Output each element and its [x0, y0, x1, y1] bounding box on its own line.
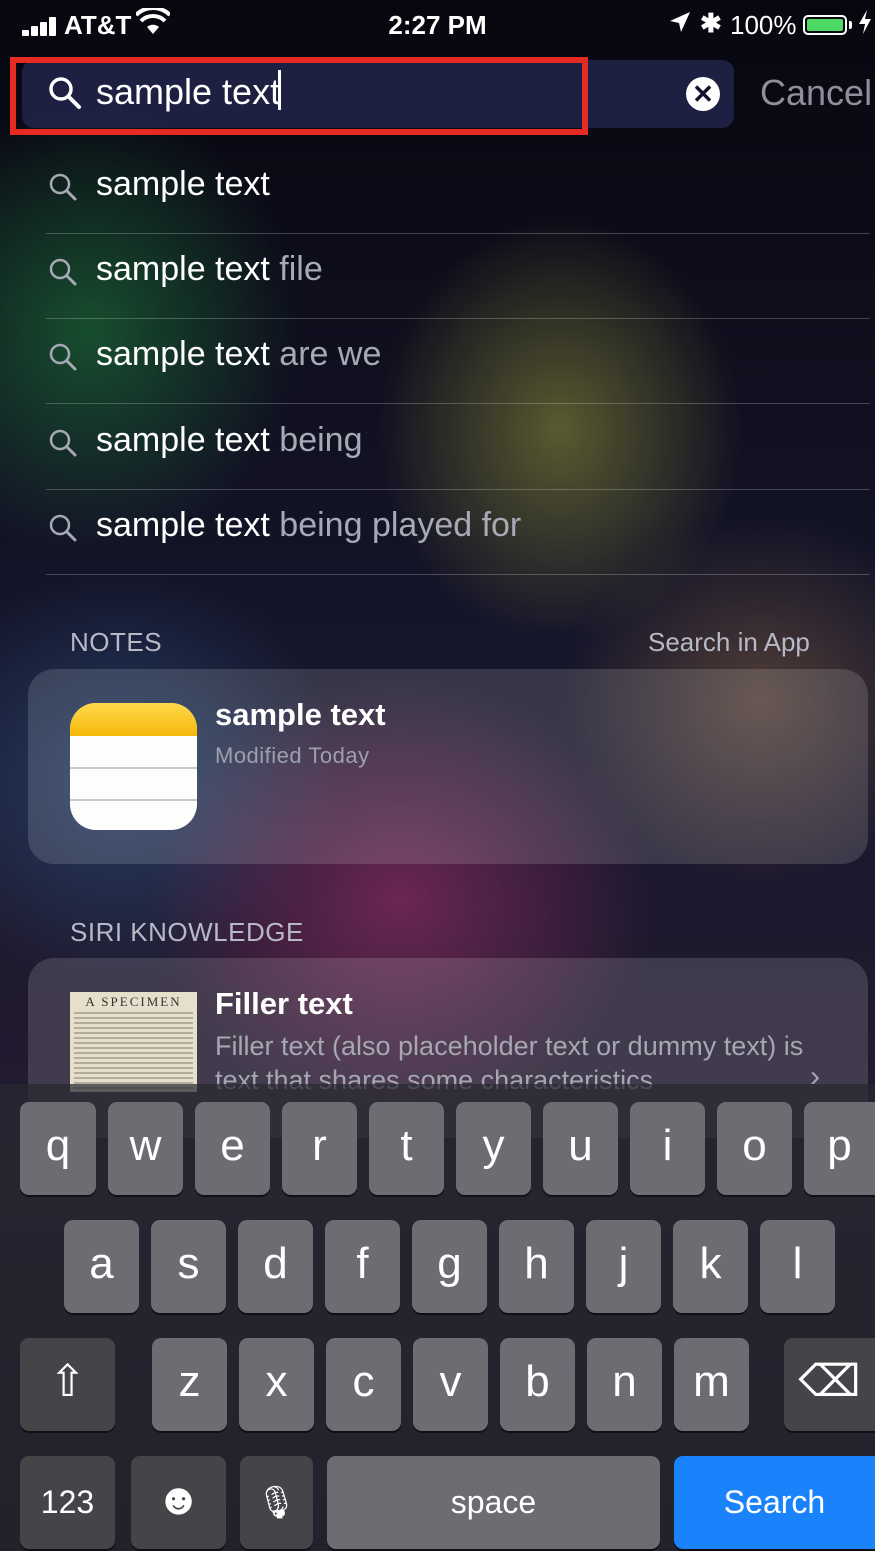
key-g[interactable]: g	[412, 1220, 487, 1313]
key-o[interactable]: o	[717, 1102, 792, 1195]
search-icon	[49, 429, 77, 457]
suggestion-completion: are we	[269, 335, 382, 373]
battery-cap	[849, 21, 852, 29]
suggestion-item[interactable]: sample text being	[0, 405, 875, 489]
search-icon	[49, 258, 77, 286]
suggestion-completion: being played for	[269, 506, 522, 544]
battery-icon	[803, 15, 847, 35]
key-h[interactable]: h	[499, 1220, 574, 1313]
suggestion-match: sample text	[96, 250, 270, 288]
key-n[interactable]: n	[587, 1338, 662, 1431]
key-p[interactable]: p	[804, 1102, 875, 1195]
cancel-button[interactable]: Cancel	[760, 72, 872, 114]
key-k[interactable]: k	[673, 1220, 748, 1313]
divider	[46, 574, 870, 575]
key-r[interactable]: r	[282, 1102, 357, 1195]
key-d[interactable]: d	[238, 1220, 313, 1313]
key-m[interactable]: m	[674, 1338, 749, 1431]
key-u[interactable]: u	[543, 1102, 618, 1195]
thumbnail-heading: A SPECIMEN	[85, 994, 182, 1009]
search-icon	[49, 173, 77, 201]
microphone-icon: 🎙	[256, 1484, 297, 1520]
battery-percent: 100%	[730, 10, 797, 40]
key-z[interactable]: z	[152, 1338, 227, 1431]
suggestion-match: sample text	[96, 506, 270, 544]
key-q[interactable]: q	[20, 1102, 96, 1195]
clear-search-button[interactable]: ✕	[686, 77, 720, 111]
status-bar: AT&T 2:27 PM ✱ 100%	[0, 0, 875, 52]
suggestion-item[interactable]: sample text	[0, 149, 875, 233]
notes-app-icon	[70, 703, 197, 830]
delete-key[interactable]: ⌫	[784, 1338, 875, 1431]
suggestion-completion: file	[269, 250, 323, 288]
notes-section-title: NOTES	[70, 627, 163, 657]
space-key[interactable]: space	[327, 1456, 660, 1549]
key-x[interactable]: x	[239, 1338, 314, 1431]
search-in-app-link[interactable]: Search in App	[648, 627, 810, 658]
siri-knowledge-section-title: SIRI KNOWLEDGE	[70, 917, 304, 947]
suggestion-item[interactable]: sample text file	[0, 234, 875, 318]
suggestion-match: sample text	[96, 421, 270, 459]
specimen-thumbnail: A SPECIMEN	[70, 992, 197, 1092]
charging-bolt-icon	[859, 10, 871, 34]
bluetooth-icon: ✱	[700, 8, 722, 38]
suggestion-match: sample text	[96, 165, 270, 203]
emoji-key[interactable]: ☻	[131, 1456, 226, 1549]
key-f[interactable]: f	[325, 1220, 400, 1313]
key-y[interactable]: y	[456, 1102, 531, 1195]
notes-result-title: sample text	[215, 697, 386, 732]
notes-result-subtitle: Modified Today	[215, 743, 370, 768]
numbers-key[interactable]: 123	[20, 1456, 115, 1549]
key-s[interactable]: s	[151, 1220, 226, 1313]
key-v[interactable]: v	[413, 1338, 488, 1431]
key-c[interactable]: c	[326, 1338, 401, 1431]
dictation-key[interactable]: 🎙	[240, 1456, 313, 1549]
search-field-highlight	[10, 57, 588, 135]
key-e[interactable]: e	[195, 1102, 270, 1195]
key-a[interactable]: a	[64, 1220, 139, 1313]
suggestion-item[interactable]: sample text being played for	[0, 490, 875, 574]
shift-icon: ⇧	[49, 1357, 86, 1406]
shift-key[interactable]: ⇧	[20, 1338, 115, 1431]
key-i[interactable]: i	[630, 1102, 705, 1195]
divider	[46, 403, 870, 404]
search-icon	[49, 343, 77, 371]
suggestion-item[interactable]: sample text are we	[0, 319, 875, 403]
key-l[interactable]: l	[760, 1220, 835, 1313]
key-w[interactable]: w	[108, 1102, 183, 1195]
key-b[interactable]: b	[500, 1338, 575, 1431]
delete-icon: ⌫	[798, 1357, 861, 1406]
siri-result-title: Filler text	[215, 986, 353, 1021]
key-t[interactable]: t	[369, 1102, 444, 1195]
suggestion-completion: being	[269, 421, 363, 459]
clear-icon: ✕	[692, 79, 714, 109]
emoji-icon: ☻	[155, 1475, 202, 1524]
location-arrow-icon	[670, 12, 690, 32]
suggestion-match: sample text	[96, 335, 270, 373]
search-icon	[49, 514, 77, 542]
key-j[interactable]: j	[586, 1220, 661, 1313]
search-key[interactable]: Search	[674, 1456, 875, 1549]
